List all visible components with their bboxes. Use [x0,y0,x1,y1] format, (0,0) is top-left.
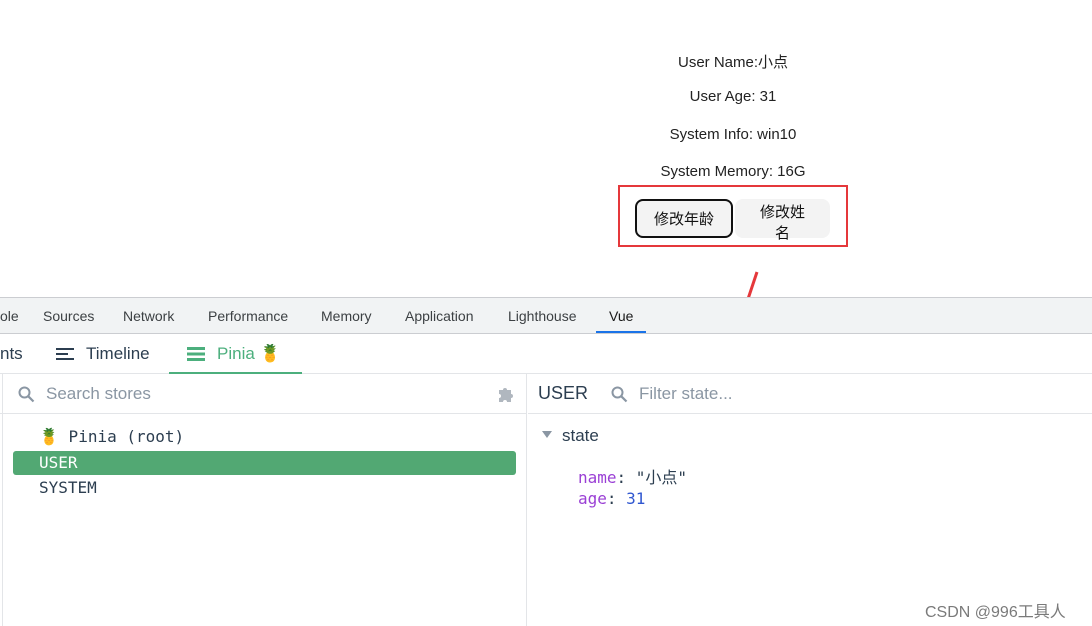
user-name-text: User Name:小点 [677,54,789,71]
store-item-system[interactable]: SYSTEM [13,476,516,500]
timeline-icon [56,348,74,361]
filter-state-input[interactable]: Filter state... [639,384,733,404]
prop-value: "小点" [635,468,688,487]
vue-devtools-toolbar: nts Timeline Pinia 🍍 [0,334,1092,374]
system-memory-text: System Memory: 16G [660,163,806,180]
change-name-button[interactable]: 修改姓名 [735,199,830,242]
prop-key: age [578,489,607,508]
tab-console[interactable]: ole [0,298,19,333]
pinia-list-icon [187,347,205,361]
vue-tab-components[interactable]: nts [0,334,23,374]
state-section-label[interactable]: state [562,426,599,446]
tab-performance[interactable]: Performance [208,298,288,333]
store-item-pinia-root[interactable]: 🍍 Pinia (root) [13,425,516,449]
inspector-store-name: USER [538,383,589,403]
plugin-icon[interactable] [495,384,515,404]
tab-sources[interactable]: Sources [43,298,94,333]
store-item-user[interactable]: USER [13,451,516,475]
tab-application[interactable]: Application [405,298,474,333]
tab-memory[interactable]: Memory [321,298,372,333]
inspector-header: USER Filter state... [528,374,1092,414]
app-page: User Name:小点 User Age: 31 System Info: w… [0,0,1092,297]
search-icon [18,386,35,403]
store-search-input[interactable]: Search stores [46,384,151,404]
prop-key: name [578,468,617,487]
user-age-text: User Age: 31 [689,88,777,105]
vue-tab-timeline[interactable]: Timeline [86,334,150,374]
prop-value: 31 [626,489,646,508]
store-inspector-pane: USER Filter state... state name: "小点" ag… [528,374,1092,626]
devtools-tab-bar: ole Sources Network Performance Memory A… [0,298,1092,334]
tab-network[interactable]: Network [123,298,174,333]
tab-vue[interactable]: Vue [596,298,647,333]
filter-search-icon [611,386,628,403]
state-prop-name[interactable]: name: "小点" [578,464,687,488]
state-collapse-icon[interactable] [542,431,552,438]
action-buttons: 修改年龄 修改姓名 [635,199,830,242]
store-search-row[interactable]: Search stores [0,374,527,414]
stores-pane: Search stores 🍍 Pinia (root) USER SYSTEM [0,374,527,626]
watermark-text: CSDN @996工具人 [925,604,1066,621]
system-info-text: System Info: win10 [669,126,797,143]
devtools-panel: ole Sources Network Performance Memory A… [0,297,1092,626]
tab-lighthouse[interactable]: Lighthouse [508,298,577,333]
vue-tab-pinia[interactable]: Pinia 🍍 [169,334,302,374]
state-prop-age[interactable]: age: 31 [578,489,645,508]
pinia-tab-label: Pinia 🍍 [217,344,281,363]
change-age-button[interactable]: 修改年龄 [635,199,733,238]
